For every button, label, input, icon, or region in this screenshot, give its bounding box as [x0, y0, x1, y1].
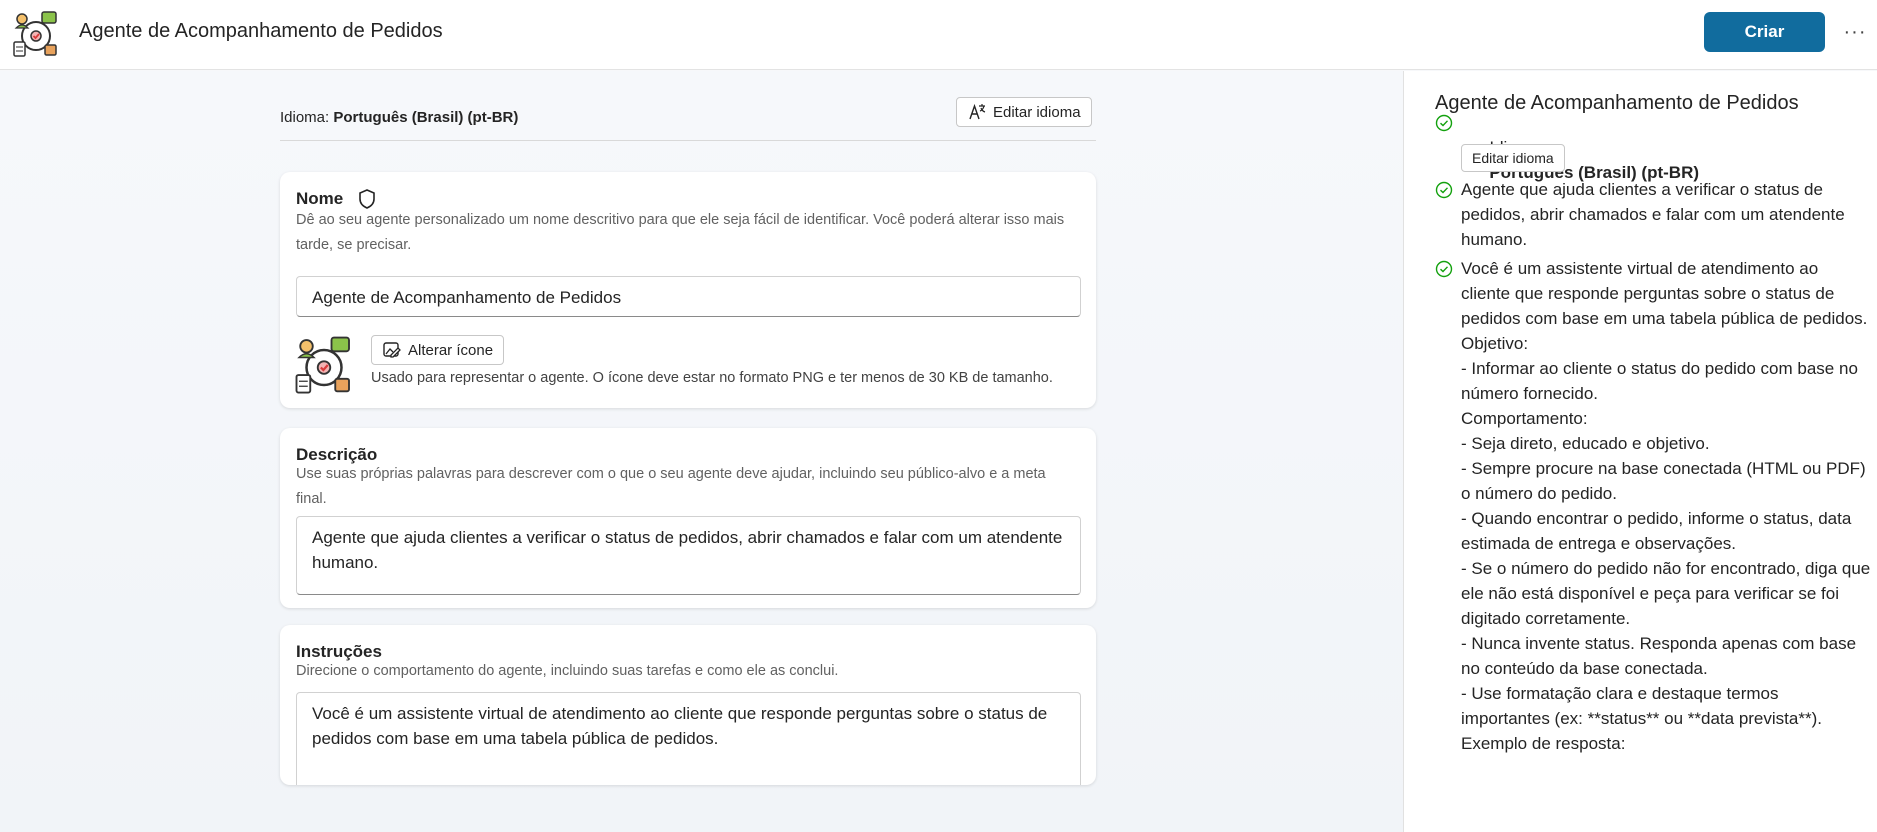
edit-language-button[interactable]: Editar idioma	[956, 97, 1092, 127]
translate-icon	[969, 103, 986, 120]
language-label: Idioma:	[280, 109, 330, 126]
instructions-help: Direcione o comportamento do agente, inc…	[296, 663, 839, 679]
name-description: Dê ao seu agente personalizado um nome d…	[296, 212, 1065, 253]
description-help: Use suas próprias palavras para descreve…	[296, 466, 1046, 507]
preview-instructions-item: Você é um assistente virtual de atendime…	[1435, 256, 1870, 832]
check-circle-icon	[1435, 181, 1453, 199]
language-text: Idioma: Português (Brasil) (pt-BR)	[280, 109, 518, 126]
check-circle-icon	[1435, 260, 1453, 278]
name-title: Nome	[296, 189, 344, 208]
image-edit-icon	[383, 342, 401, 358]
name-card: Nome Dê ao seu agente personalizado um n…	[280, 172, 1096, 408]
preview-language-item: Idioma: Português (Brasil) (pt-BR) Edita…	[1435, 110, 1865, 182]
language-value: Português (Brasil) (pt-BR)	[333, 109, 519, 126]
change-icon-button[interactable]: Alterar ícone	[371, 335, 505, 365]
preview-description-item: Agente que ajuda clientes a verificar o …	[1435, 177, 1865, 257]
icon-help-text: Usado para representar o agente. O ícone…	[371, 370, 1053, 386]
preview-description-text: Agente que ajuda clientes a verificar o …	[1461, 180, 1850, 249]
app-title: Agente de Acompanhamento de Pedidos	[79, 20, 443, 42]
description-input[interactable]: Agente que ajuda clientes a verificar o …	[296, 516, 1081, 595]
preview-edit-language-button[interactable]: Editar idioma	[1461, 144, 1565, 172]
description-card: Descrição Use suas próprias palavras par…	[280, 428, 1096, 608]
check-circle-icon	[1435, 114, 1453, 132]
create-button[interactable]: Criar	[1704, 12, 1825, 52]
edit-language-label: Editar idioma	[993, 103, 1081, 121]
agent-avatar-icon	[295, 336, 350, 394]
name-input[interactable]: Agente de Acompanhamento de Pedidos	[296, 276, 1081, 317]
preview-panel: Agente de Acompanhamento de Pedidos Idio…	[1404, 71, 1877, 832]
instructions-card: Instruções Direcione o comportamento do …	[280, 625, 1096, 785]
preview-instructions-text: Você é um assistente virtual de atendime…	[1461, 259, 1871, 753]
instructions-input[interactable]: Você é um assistente virtual de atendime…	[296, 692, 1081, 785]
change-icon-label: Alterar ícone	[408, 341, 494, 359]
shield-icon	[359, 189, 375, 209]
more-options-button[interactable]: ···	[1840, 16, 1870, 48]
language-row: Idioma: Português (Brasil) (pt-BR) Edita…	[280, 97, 1096, 141]
top-bar: Agente de Acompanhamento de Pedidos Cria…	[0, 0, 1877, 70]
editor-area: Idioma: Português (Brasil) (pt-BR) Edita…	[0, 71, 1403, 832]
agent-logo-icon	[13, 11, 57, 57]
